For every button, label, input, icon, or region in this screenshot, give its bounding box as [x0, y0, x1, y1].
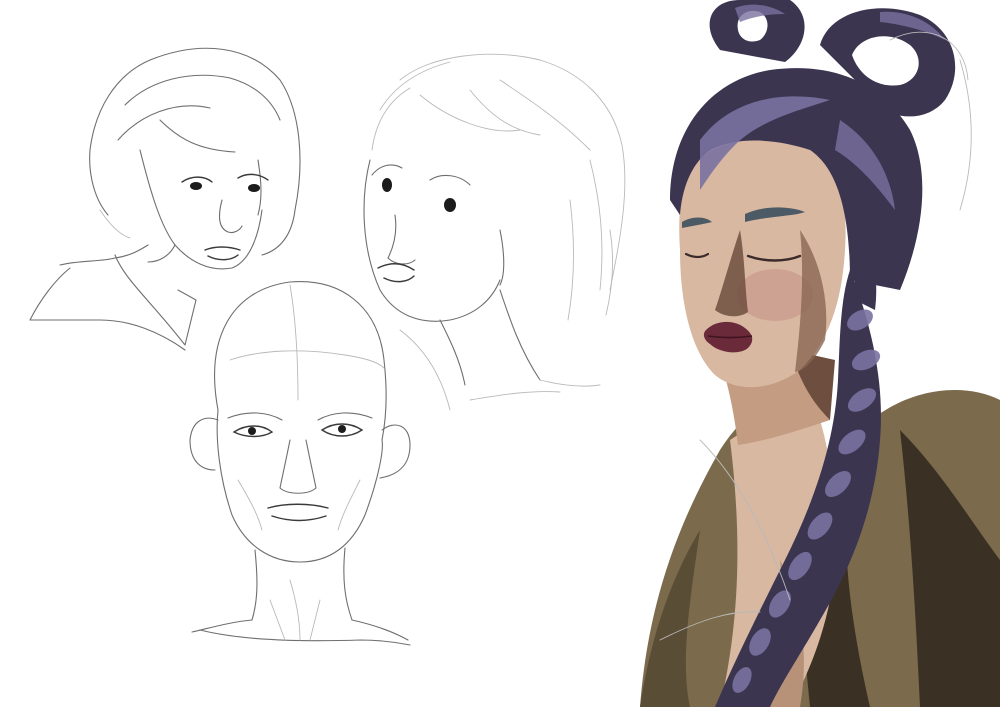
long-hair-woman-sketch: [363, 53, 626, 411]
short-hair-woman-sketch: [29, 47, 301, 351]
drawing-canvas: [0, 0, 1000, 707]
artwork-svg: [29, 0, 1000, 707]
braided-hair-woman-painting: [640, 0, 1000, 707]
bald-man-sketch: [189, 281, 411, 646]
